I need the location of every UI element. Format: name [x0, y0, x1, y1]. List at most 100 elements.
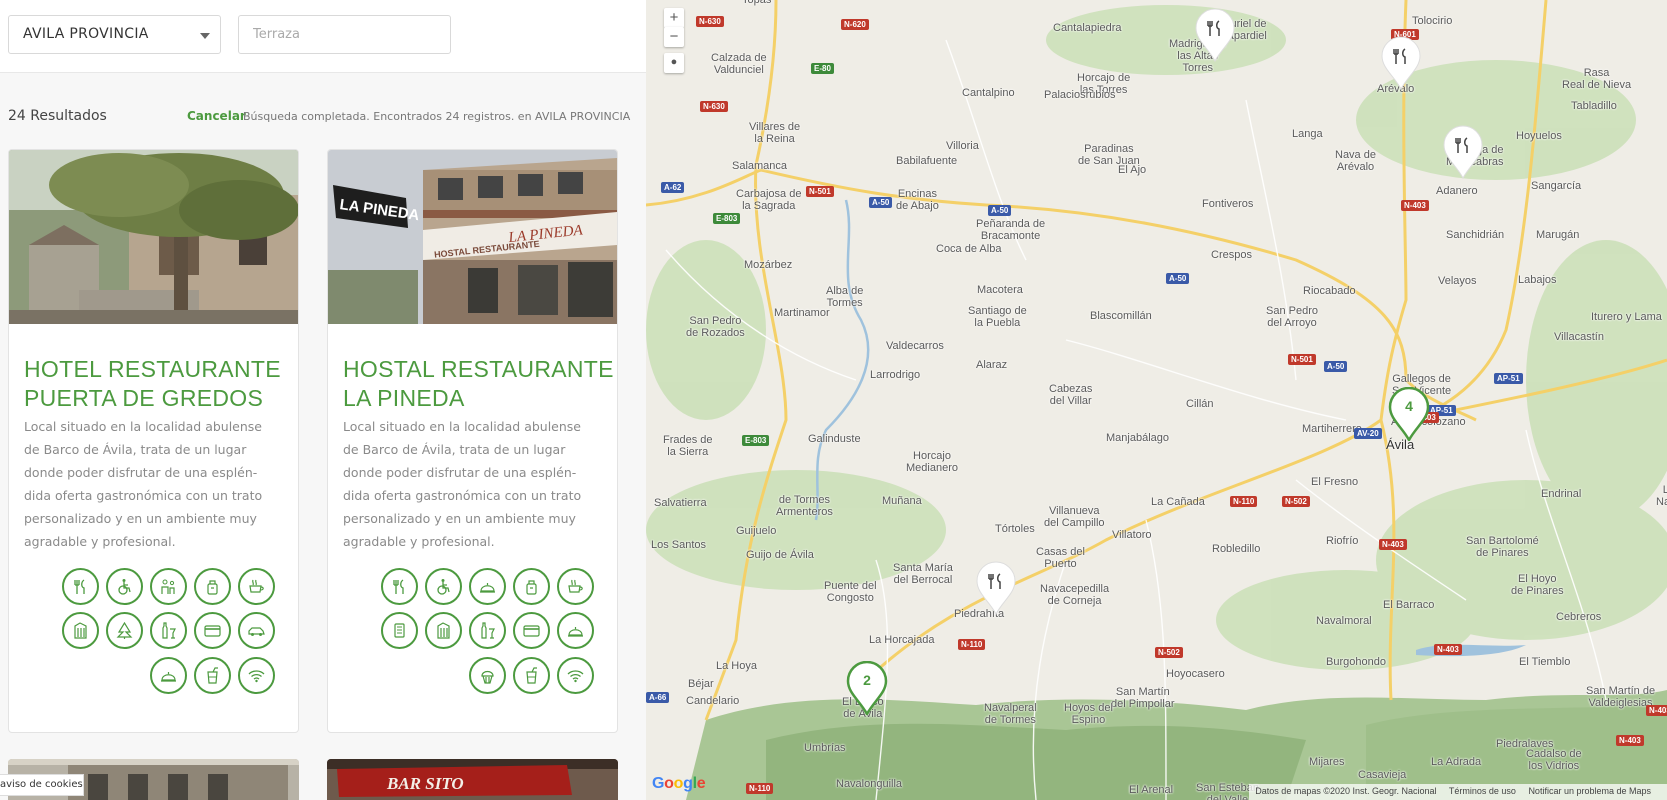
amenity-icons	[328, 150, 617, 730]
road-shield: E-803	[742, 435, 770, 446]
map-data-credit: Datos de mapas ©2020 Inst. Geogr. Nacion…	[1255, 786, 1437, 796]
map-town-label-line: La Hoya	[716, 660, 757, 672]
cookie-notice[interactable]: aviso de cookies	[0, 774, 84, 796]
map-town-label-line: Burgohondo	[1326, 656, 1386, 668]
map-town-label-line: Santa María	[893, 562, 953, 574]
map-town-label-line: Armenteros	[776, 506, 833, 518]
map-town-label: Guijo de Ávila	[746, 549, 814, 561]
map-town-label: Cadalso de los Vidrios	[1526, 748, 1582, 772]
cluster-count: 2	[863, 672, 871, 688]
map-town-label: Tabladillo	[1571, 100, 1617, 112]
map-town-label: Villacastín	[1554, 331, 1604, 343]
map-town-label-line: Tabladillo	[1571, 100, 1617, 112]
road-shield: N-403	[1401, 200, 1429, 211]
map-town-label-line: Candelario	[686, 695, 740, 707]
map-town-label: Hoyuelos	[1516, 130, 1562, 142]
wheelchair-icon	[106, 568, 143, 605]
map-town-label-line: El Tiemblo	[1519, 656, 1571, 668]
map-town-label-line: Sangarcía	[1531, 180, 1582, 192]
search-status-message: Búsqueda completada. Encontrados 24 regi…	[243, 110, 631, 123]
results-bar: 24 Resultados Cancelar Búsqueda completa…	[8, 108, 630, 128]
map-town-label-line: Tórtoles	[995, 523, 1035, 535]
map-town-label: Calzada de Valdunciel	[711, 52, 767, 76]
report-problem-link[interactable]: Notificar un problema de Maps	[1528, 786, 1651, 796]
map-town-label-line: Las	[1662, 484, 1667, 496]
restaurant-card[interactable]: LA PINEDA HOSTAL RESTAURANTE LA PINEDA H…	[327, 149, 618, 733]
map-town-label-line: Horcajo de	[1077, 72, 1131, 84]
map-town-label-line: Mozárbez	[744, 259, 793, 271]
map-town-label: Santa María del Berrocal	[893, 562, 953, 586]
restaurant-map-marker[interactable]	[1194, 8, 1236, 63]
map-town-label-line: Gallegos de	[1392, 373, 1451, 385]
map-town-label-line: Arévalo	[1336, 161, 1375, 173]
drinks-icon	[150, 612, 187, 649]
map-town-label: Labajos	[1518, 274, 1557, 286]
photo-sign-text: BAR SITO	[386, 774, 464, 793]
map-town-label-line: del Campillo	[1044, 517, 1105, 529]
map-town-label-line: Salvatierra	[654, 497, 707, 509]
restaurant-card[interactable]: HOTEL RESTAURANTE PUERTA DE GREDOS Local…	[8, 149, 299, 733]
drinks-icon	[469, 612, 506, 649]
map-town-label-line: San Pedro	[689, 315, 742, 327]
map-town-label: Riocabado	[1303, 285, 1356, 297]
map-town-label-line: Casas del	[1036, 546, 1085, 558]
map-town-label-line: Tormes	[826, 297, 863, 309]
wheelchair-icon	[425, 568, 462, 605]
terms-link[interactable]: Términos de uso	[1449, 786, 1516, 796]
map-town-label: Hoyocasero	[1166, 668, 1225, 680]
map-town-label: Villanueva del Campillo	[1044, 505, 1105, 529]
juice-glass-icon	[513, 657, 550, 694]
map-town-label-line: la Sierra	[667, 446, 709, 458]
map-town-label: Topas	[742, 0, 771, 6]
map-town-label-line: del Arroyo	[1267, 317, 1317, 329]
map-town-label-line: Torres	[1182, 62, 1214, 74]
province-select[interactable]: AVILA PROVINCIA	[8, 15, 221, 54]
map-town-label-line: San Bartolomé	[1466, 535, 1539, 547]
map-town-label: Alba de Tormes	[826, 285, 863, 309]
map-town-label-line: Navacepedilla	[1040, 583, 1110, 595]
map-town-label: El Arenal	[1129, 784, 1173, 796]
cancel-search-link[interactable]: Cancelar	[187, 109, 246, 123]
map-town-label: Navalonguilla	[836, 778, 902, 790]
map-town-label-line: Salamanca	[732, 160, 788, 172]
map-town-label-line: Topas	[742, 0, 772, 6]
map-town-label-line: Cebreros	[1556, 611, 1602, 623]
cutlery-icon	[381, 568, 418, 605]
map-town-label-line: Umbrías	[804, 742, 846, 754]
restaurant-map-marker[interactable]	[1380, 36, 1422, 91]
map-town-label-line: Valdecarros	[886, 340, 944, 352]
my-location-icon[interactable]: ●	[664, 53, 684, 73]
cluster-map-marker[interactable]: 2	[846, 660, 888, 717]
restaurant-map-marker[interactable]	[975, 561, 1017, 616]
map-town-label: Adanero	[1436, 185, 1478, 197]
road-shield: A-50	[988, 205, 1012, 216]
map[interactable]: + − ● Topas Cantalapiedra Muriel de Zapardi…	[646, 0, 1667, 800]
restaurant-card-next[interactable]: BAR SITO	[327, 759, 618, 800]
cluster-map-marker[interactable]: 4	[1388, 386, 1430, 443]
map-town-label: Sangarcía	[1531, 180, 1581, 192]
search-input[interactable]	[238, 15, 451, 54]
baby-bottle-icon	[194, 568, 231, 605]
map-town-label-line: Riocabado	[1303, 285, 1356, 297]
map-town-label-line: Espino	[1071, 714, 1106, 726]
map-town-label-line: Macotera	[977, 284, 1023, 296]
road-shield: A-66	[646, 692, 670, 703]
map-town-label: Muñana	[882, 495, 922, 507]
map-town-label-line: los Vidrios	[1528, 760, 1580, 772]
road-shield: N-630	[696, 16, 724, 27]
map-town-label: El Tiemblo	[1519, 656, 1570, 668]
tree-icon	[106, 612, 143, 649]
map-town-label: Nava de Arévalo	[1335, 149, 1376, 173]
map-town-label-line: Cillán	[1186, 398, 1214, 410]
map-town-label: Coca de Alba	[936, 243, 1001, 255]
map-town-label-line: La Horcajada	[869, 634, 935, 646]
juice-glass-icon	[194, 657, 231, 694]
zoom-in-button[interactable]: +	[664, 8, 684, 28]
restaurant-map-marker[interactable]	[1442, 125, 1484, 180]
map-town-label: El Barraco	[1383, 599, 1434, 611]
zoom-out-button[interactable]: −	[664, 27, 684, 47]
province-select-value: AVILA PROVINCIA	[23, 26, 149, 42]
map-town-label-line: Navas	[1656, 496, 1667, 508]
road-shield: E-80	[811, 63, 834, 74]
map-town-label-line: Valdeiglesias	[1588, 697, 1653, 709]
